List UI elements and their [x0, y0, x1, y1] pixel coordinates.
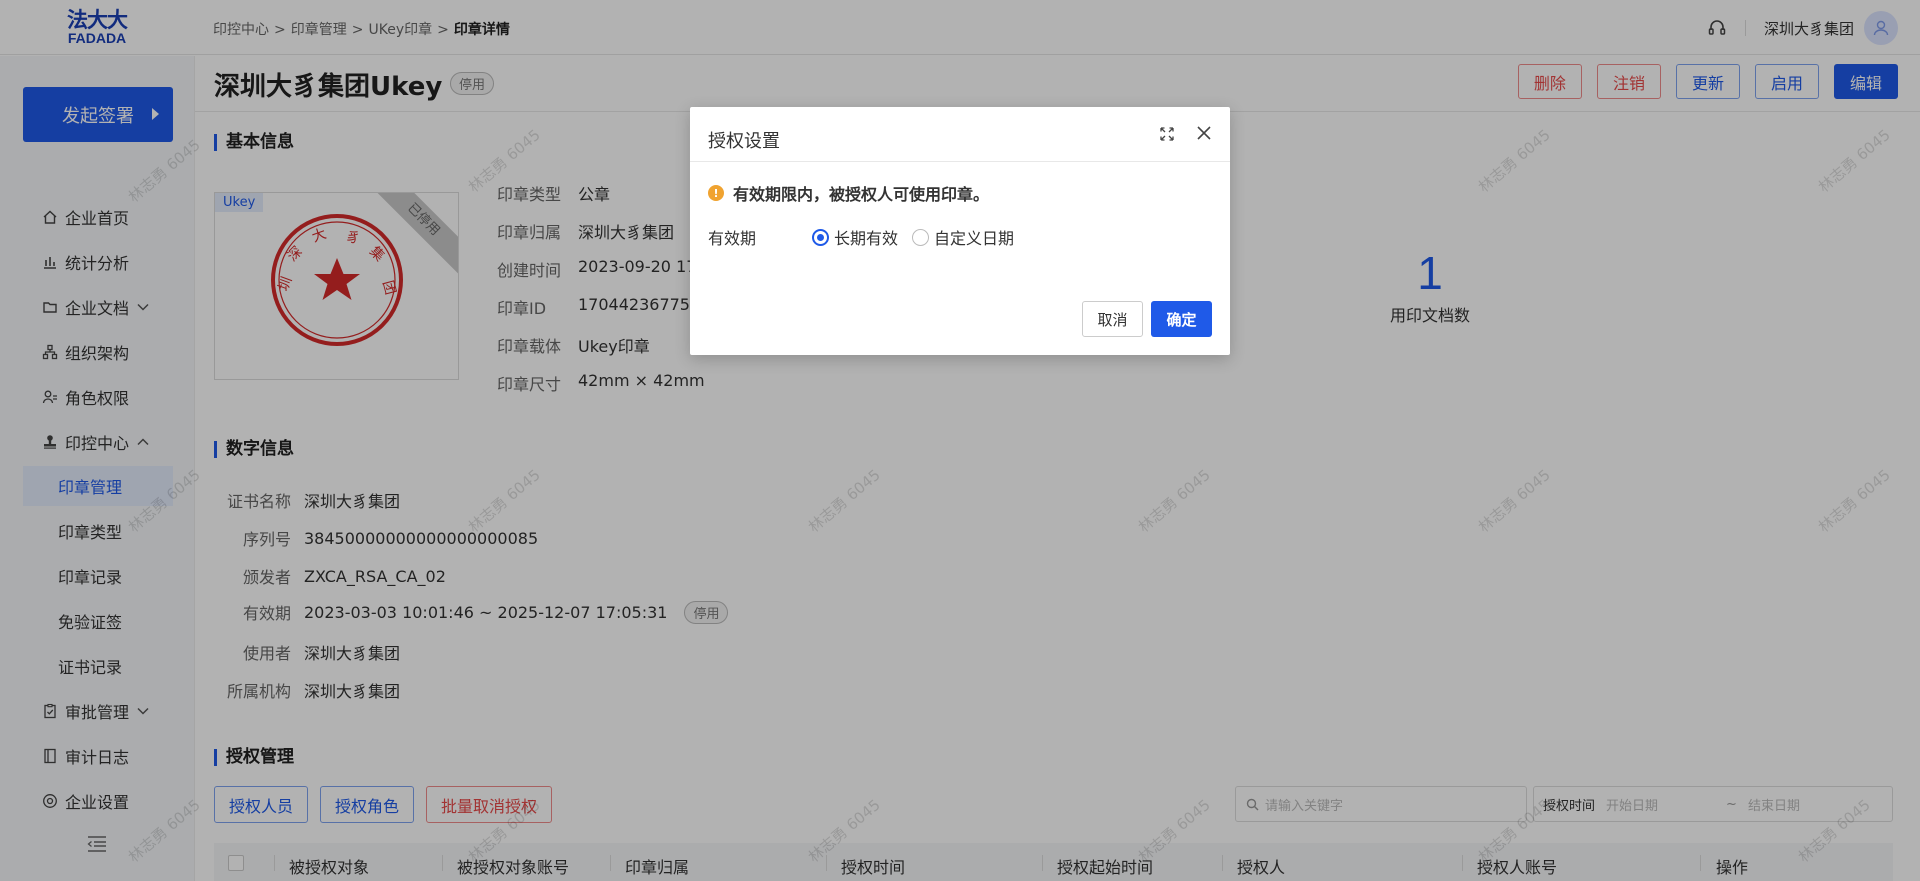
dialog-title: 授权设置 — [708, 131, 780, 152]
dialog-warning: ! 有效期限内，被授权人可使用印章。 — [708, 181, 989, 205]
radio-label: 自定义日期 — [934, 229, 1015, 248]
close-icon[interactable] — [1194, 123, 1214, 143]
radio-label: 长期有效 — [834, 229, 899, 248]
warning-icon: ! — [708, 185, 724, 201]
radio-checked-icon — [812, 228, 829, 246]
validity-label: 有效期 — [708, 229, 757, 248]
warning-text: 有效期限内，被授权人可使用印章。 — [733, 185, 990, 204]
confirm-button[interactable]: 确定 — [1151, 301, 1212, 337]
dialog-divider — [690, 161, 1230, 162]
maximize-icon[interactable] — [1158, 125, 1176, 143]
radio-unchecked-icon — [912, 228, 930, 246]
cancel-button[interactable]: 取消 — [1082, 301, 1143, 337]
radio-custom-date[interactable]: 自定义日期 — [912, 225, 1014, 249]
authorization-settings-dialog: 授权设置 ! 有效期限内，被授权人可使用印章。 有效期 长期有效 自定义日期 取… — [690, 107, 1230, 355]
validity-field: 有效期 长期有效 自定义日期 — [708, 225, 1028, 249]
radio-long-term[interactable]: 长期有效 — [812, 225, 898, 249]
